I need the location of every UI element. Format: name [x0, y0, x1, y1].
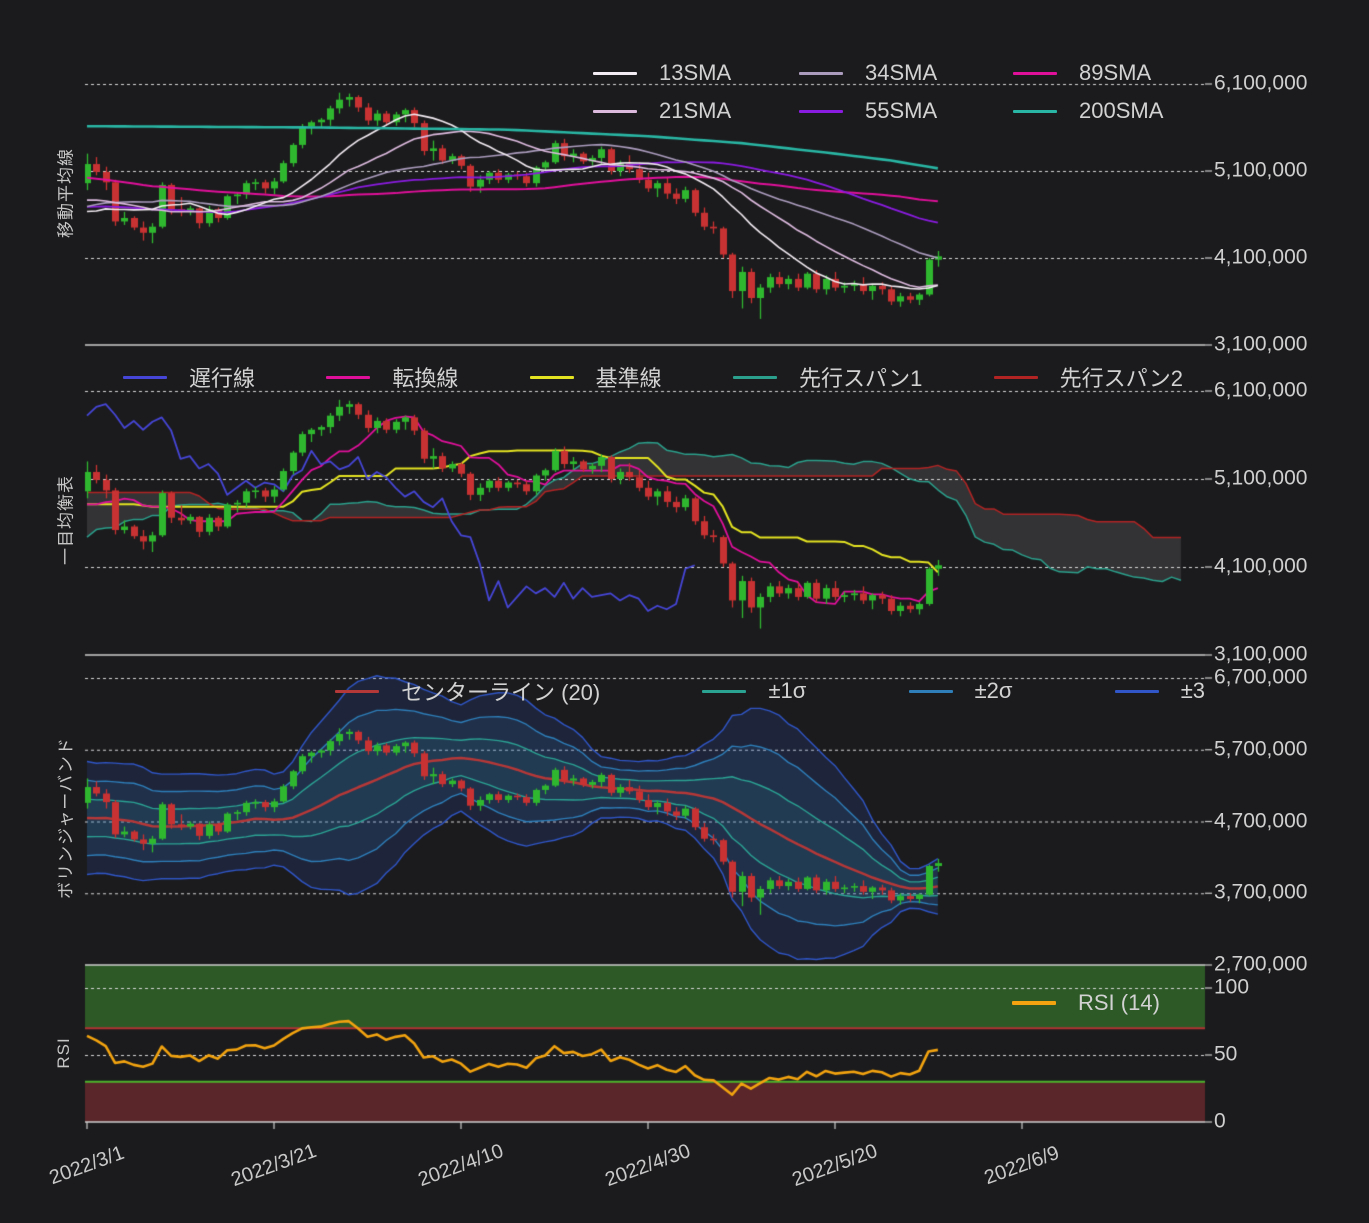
legend-item-rsi: RSI (14)	[1012, 988, 1160, 1018]
panel4-ylabel: RSI	[54, 1037, 74, 1068]
legend-item-tenkan: 転換線	[326, 362, 458, 392]
panel3-ylabel: ボリンジャーバンド	[52, 737, 77, 899]
y-tick-label: 2,700,000	[1214, 953, 1307, 977]
legend-label-chikou: 遅行線	[189, 361, 255, 393]
legend-label-sma200: 200SMA	[1079, 98, 1163, 124]
y-tick-label: 6,100,000	[1214, 379, 1307, 403]
legend-item-kijun: 基準線	[530, 362, 662, 392]
legend-swatch-kijun	[530, 376, 574, 379]
legend-item-sma21: 21SMA	[593, 96, 799, 126]
y-tick-label: 5,100,000	[1214, 467, 1307, 491]
legend-label-center: センターライン (20)	[401, 675, 600, 707]
y-tick-label: 5,100,000	[1214, 159, 1307, 183]
y-tick-label: 0	[1214, 1110, 1226, 1134]
legend-swatch-spanB	[994, 376, 1038, 379]
legend-swatch-tenkan	[326, 376, 370, 379]
legend-label-sma55: 55SMA	[865, 98, 937, 124]
y-tick-label: 6,100,000	[1214, 72, 1307, 96]
legend-swatch-sma34	[799, 72, 843, 75]
legend-item-s1: ±1σ	[702, 676, 806, 706]
legend-swatch-center	[335, 690, 379, 693]
legend-label-spanB: 先行スパン2	[1060, 361, 1183, 393]
legend-swatch-chikou	[123, 376, 167, 379]
legend-label-s1: ±1σ	[768, 678, 806, 704]
legend-item-chikou: 遅行線	[123, 362, 255, 392]
legend-item-sma13: 13SMA	[593, 58, 799, 88]
panel2-ylabel: 一目均衡表	[52, 475, 77, 565]
y-tick-label: 50	[1214, 1043, 1237, 1067]
y-tick-label: 4,100,000	[1214, 555, 1307, 579]
legend-swatch-sma21	[593, 110, 637, 113]
legend-item-sma200: 200SMA	[1013, 96, 1163, 126]
legend-item-spanA: 先行スパン1	[733, 362, 922, 392]
y-tick-label: 3,100,000	[1214, 333, 1307, 357]
chart-canvas	[0, 0, 1369, 1223]
legend-swatch-sma89	[1013, 72, 1057, 75]
legend-item-spanB: 先行スパン2	[994, 362, 1183, 392]
y-tick-label: 3,100,000	[1214, 643, 1307, 667]
y-tick-label: 100	[1214, 976, 1249, 1000]
y-tick-label: 4,700,000	[1214, 809, 1307, 833]
legend-moving-averages: 13SMA 34SMA 89SMA 21SMA 55SMA 200SMA	[593, 58, 1163, 126]
legend-label-sma21: 21SMA	[659, 98, 731, 124]
legend-bollinger: センターライン (20) ±1σ ±2σ ±3	[335, 676, 1205, 706]
legend-item-s3: ±3	[1115, 676, 1205, 706]
legend-swatch-sma55	[799, 110, 843, 113]
legend-label-kijun: 基準線	[596, 361, 662, 393]
legend-swatch-rsi	[1012, 1001, 1056, 1005]
panel1-ylabel: 移動平均線	[52, 148, 77, 238]
legend-ichimoku: 遅行線 転換線 基準線 先行スパン1 先行スパン2	[85, 362, 1205, 392]
legend-swatch-sma13	[593, 72, 637, 75]
y-tick-label: 3,700,000	[1214, 881, 1307, 905]
legend-swatch-s2	[909, 690, 953, 693]
legend-rsi: RSI (14)	[1012, 988, 1160, 1018]
technical-analysis-figure: 移動平均線 一目均衡表 ボリンジャーバンド RSI 13SMA 34SMA 89SM…	[0, 0, 1369, 1223]
legend-swatch-spanA	[733, 376, 777, 379]
y-tick-label: 5,700,000	[1214, 737, 1307, 761]
legend-label-s3: ±3	[1181, 678, 1205, 704]
legend-label-sma34: 34SMA	[865, 60, 937, 86]
legend-label-sma13: 13SMA	[659, 60, 731, 86]
legend-label-sma89: 89SMA	[1079, 60, 1151, 86]
legend-swatch-s1	[702, 690, 746, 693]
legend-item-sma34: 34SMA	[799, 58, 1013, 88]
legend-item-s2: ±2σ	[909, 676, 1013, 706]
y-tick-label: 4,100,000	[1214, 246, 1307, 270]
legend-label-s2: ±2σ	[975, 678, 1013, 704]
legend-swatch-s3	[1115, 690, 1159, 693]
legend-label-rsi: RSI (14)	[1078, 990, 1160, 1016]
legend-label-spanA: 先行スパン1	[799, 361, 922, 393]
y-tick-label: 6,700,000	[1214, 666, 1307, 690]
legend-swatch-sma200	[1013, 110, 1057, 113]
legend-item-sma55: 55SMA	[799, 96, 1013, 126]
legend-item-sma89: 89SMA	[1013, 58, 1163, 88]
legend-label-tenkan: 転換線	[392, 361, 458, 393]
legend-item-center: センターライン (20)	[335, 676, 600, 706]
